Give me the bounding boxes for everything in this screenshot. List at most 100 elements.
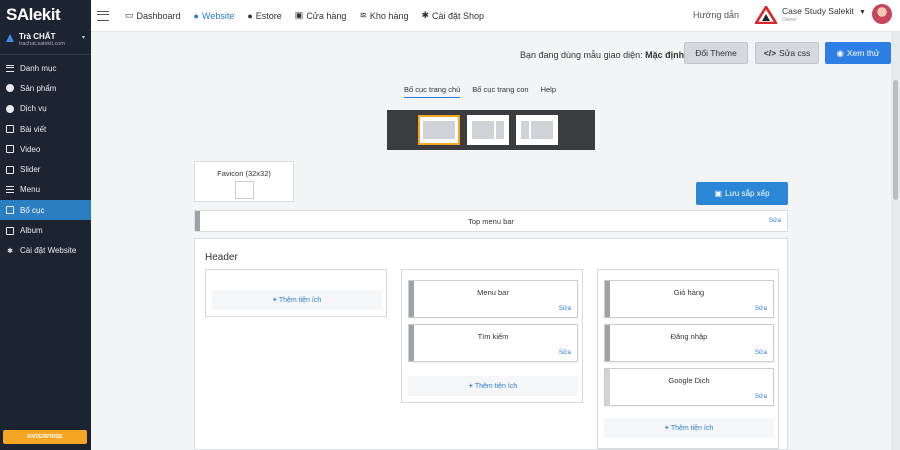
user-role: Owner <box>782 17 797 23</box>
widget-title: Google Dịch <box>668 376 710 385</box>
sidebar-item-album[interactable]: Album <box>0 220 91 240</box>
sidebar-menu: Danh mục Sản phẩm Dịch vụ Bài viết Video… <box>0 58 91 261</box>
edit-link[interactable]: Sửa <box>755 305 767 312</box>
sidebar-item-label: Slider <box>20 165 41 175</box>
eye-icon: ◉ <box>836 47 844 58</box>
add-widget-button[interactable]: + Thêm tiện ích <box>408 376 578 396</box>
tab-home-layout[interactable]: Bố cục trang chủ <box>404 85 461 98</box>
edit-link[interactable]: Sửa <box>755 349 767 356</box>
edit-link[interactable]: Sửa <box>755 393 767 400</box>
sidebar-item-label: Bố cục <box>20 205 45 215</box>
header-panel: Header + Thêm tiện ích Menu bar Sửa Tìm … <box>194 238 788 450</box>
theme-current: Mặc định <box>645 50 685 60</box>
plus-icon: + <box>468 382 473 390</box>
widget-search[interactable]: Tìm kiếm Sửa <box>408 324 578 362</box>
change-theme-label: Đổi Theme <box>695 48 737 58</box>
drag-handle-icon[interactable] <box>605 369 610 405</box>
guide-link[interactable]: Hướng dẫn <box>693 10 739 20</box>
sidebar-item-label: Sản phẩm <box>20 83 57 93</box>
hamburger-menu-icon[interactable] <box>97 10 109 21</box>
widget-login[interactable]: Đăng nhập Sửa <box>604 324 774 362</box>
widget-title: Đăng nhập <box>670 332 708 341</box>
user-name[interactable]: Case Study Salekit <box>782 6 854 16</box>
edit-css-button[interactable]: </> Sửa css <box>755 42 819 64</box>
save-icon: ▣ <box>714 189 723 198</box>
widget-cart[interactable]: Giỏ hàng Sửa <box>604 280 774 318</box>
nav-label: Dashboard <box>136 10 181 21</box>
layout-option-right-sidebar[interactable] <box>467 115 509 145</box>
edit-link[interactable]: Sửa <box>769 217 781 224</box>
globe-icon: ● <box>193 10 199 21</box>
top-nav: ▭ Dashboard ● Website ● Estore ▣ Cửa hàn… <box>91 0 900 32</box>
widget-title: Tìm kiếm <box>477 332 509 341</box>
stack-icon: ≋ <box>359 10 367 20</box>
preview-button[interactable]: ◉ Xem thử <box>825 42 891 64</box>
add-widget-label: Thêm tiện ích <box>670 424 714 432</box>
sidebar-item-label: Danh mục <box>20 63 57 73</box>
sidebar-item-cai-dat-website[interactable]: ✱ Cài đặt Website <box>0 241 91 261</box>
edit-css-label: Sửa css <box>779 48 811 58</box>
drag-handle-icon[interactable] <box>605 325 610 361</box>
sidebar-item-label: Album <box>20 226 43 236</box>
top-menu-bar-title: Top menu bar <box>468 217 514 226</box>
album-icon <box>6 226 14 235</box>
sidebar-item-bai-viet[interactable]: Bài viết <box>0 119 91 139</box>
nav-label: Cửa hàng <box>306 10 347 21</box>
sidebar-item-dich-vu[interactable]: Dịch vụ <box>0 99 91 119</box>
preview-label: Xem thử <box>846 48 880 58</box>
sidebar-item-danh-muc[interactable]: Danh mục <box>0 58 91 78</box>
layout-picker <box>387 110 595 150</box>
scrollbar-thumb[interactable] <box>893 80 898 200</box>
plan-badge[interactable]: ENTERPRISE <box>3 430 87 444</box>
header-title: Header <box>205 252 238 263</box>
shop-logo-icon <box>6 34 14 42</box>
drag-handle-icon[interactable] <box>409 325 414 361</box>
product-icon <box>6 84 14 93</box>
layout-option-full[interactable] <box>418 115 460 145</box>
edit-link[interactable]: Sửa <box>559 349 571 356</box>
add-widget-button[interactable]: + Thêm tiện ích <box>212 290 382 310</box>
app-logo[interactable]: SAlekit <box>0 0 91 30</box>
add-widget-label: Thêm tiện ích <box>278 296 322 304</box>
top-menu-bar-row[interactable]: Top menu bar Sửa <box>194 210 788 232</box>
nav-website[interactable]: ● Website <box>194 11 235 21</box>
widget-google-translate[interactable]: Google Dịch Sửa <box>604 368 774 406</box>
change-theme-button[interactable]: Đổi Theme <box>684 42 748 64</box>
sidebar-item-san-pham[interactable]: Sản phẩm <box>0 78 91 98</box>
nav-cua-hang[interactable]: ▣ Cửa hàng <box>295 10 347 21</box>
shop-switcher[interactable]: Trà CHẤT trachat.salekit.com ▾ <box>0 30 91 55</box>
sidebar-item-slider[interactable]: Slider <box>0 159 91 179</box>
favicon-box: Favicon (32x32) <box>194 161 294 202</box>
store-icon: ▣ <box>294 10 304 20</box>
sidebar: SAlekit Trà CHẤT trachat.salekit.com ▾ D… <box>0 0 91 450</box>
layout-option-left-sidebar[interactable] <box>516 115 558 145</box>
avatar[interactable] <box>872 4 892 24</box>
chevron-down-icon[interactable]: ▼ <box>859 9 866 16</box>
sidebar-item-video[interactable]: Video <box>0 139 91 159</box>
nav-cai-dat-shop[interactable]: ✱ Cài đặt Shop <box>421 10 484 21</box>
edit-link[interactable]: Sửa <box>559 305 571 312</box>
add-widget-button[interactable]: + Thêm tiện ích <box>604 418 774 438</box>
layout-tabs: Bố cục trang chủ Bố cục trang con Help <box>404 85 568 98</box>
drag-handle-icon[interactable] <box>605 281 610 317</box>
favicon-upload-slot[interactable] <box>235 181 254 199</box>
settings-icon: ✱ <box>7 247 13 255</box>
menu-icon <box>6 186 14 194</box>
nav-dashboard[interactable]: ▭ Dashboard <box>125 10 181 21</box>
tab-help[interactable]: Help <box>541 85 556 98</box>
nav-kho-hang[interactable]: ≋ Kho hàng <box>359 10 408 21</box>
theme-info: Bạn đang dùng mẫu giao diện: Mặc định <box>520 50 684 60</box>
sidebar-item-bo-cuc[interactable]: Bố cục <box>0 200 91 221</box>
sidebar-item-menu[interactable]: Menu <box>0 180 91 200</box>
shop-name: Trà CHẤT <box>19 32 56 41</box>
tab-subpage-layout[interactable]: Bố cục trang con <box>472 85 528 98</box>
chevron-down-icon: ▾ <box>81 35 85 41</box>
add-widget-label: Thêm tiện ích <box>474 382 518 390</box>
nav-estore[interactable]: ● Estore <box>247 11 281 21</box>
widget-menu-bar[interactable]: Menu bar Sửa <box>408 280 578 318</box>
nav-label: Cài đặt Shop <box>432 10 485 21</box>
save-order-button[interactable]: ▣ Lưu sắp xếp <box>696 182 788 205</box>
drag-handle-icon[interactable] <box>409 281 414 317</box>
sidebar-item-label: Menu <box>20 185 41 195</box>
shop-url: trachat.salekit.com <box>19 41 65 47</box>
